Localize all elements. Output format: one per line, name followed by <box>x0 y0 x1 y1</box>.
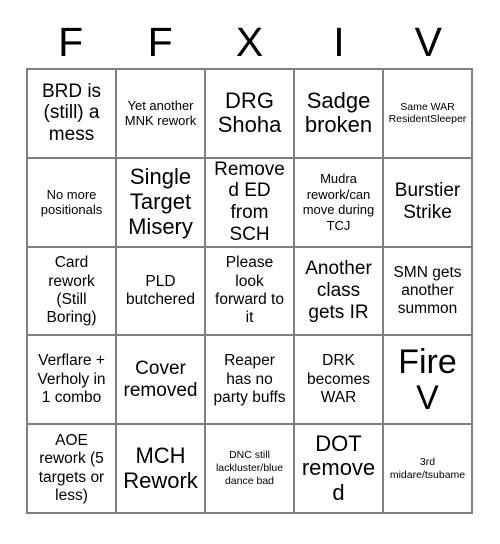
bingo-cell-label: Single Target Misery <box>128 164 193 239</box>
bingo-grid: BRD is (still) a mess Yet another MNK re… <box>26 68 473 514</box>
bingo-cell-label: BRD is (still) a mess <box>41 80 102 146</box>
bingo-cell-label: Sadge broken <box>304 87 373 138</box>
bingo-cell[interactable]: Burstier Strike <box>384 158 473 248</box>
bingo-cell[interactable]: Removed ED from SCH <box>206 158 295 248</box>
bingo-cell-label: Another class gets IR <box>305 258 372 323</box>
bingo-cell-label: DRG Shoha <box>217 87 282 138</box>
bingo-cell[interactable]: Another class gets IR <box>295 247 384 337</box>
bingo-cell-label: DNC still lackluster/blue dance bad <box>215 449 284 487</box>
bingo-cell-label: Fire V <box>398 342 457 417</box>
bingo-cell-label: 3rd midare/tsubame <box>389 455 466 481</box>
bingo-cell-label: Removed ED from SCH <box>214 158 285 246</box>
bingo-card: F F X I V BRD is (still) a mess Yet anot… <box>0 0 500 544</box>
bingo-cell[interactable]: Verflare + Verholy in 1 combo <box>28 336 117 426</box>
bingo-cell-label: Cover removed <box>123 357 198 401</box>
bingo-cell-label: SMN gets another summon <box>393 263 462 318</box>
bingo-cell-label: DOT removed <box>301 430 376 505</box>
bingo-cell-label: Verflare + Verholy in 1 combo <box>37 352 106 406</box>
bingo-cell[interactable]: Card rework (Still Boring) <box>28 247 117 337</box>
bingo-cell-label: DRK becomes WAR <box>307 352 370 406</box>
bingo-cell-label: Burstier Strike <box>394 180 461 224</box>
bingo-cell[interactable]: Sadge broken <box>295 70 384 159</box>
title-letter-1: F <box>147 18 173 65</box>
bingo-cell-label: PLD butchered <box>126 272 195 308</box>
bingo-cell[interactable]: Fire V <box>384 336 473 426</box>
bingo-cell[interactable]: Reaper has no party buffs <box>206 336 295 426</box>
bingo-cell[interactable]: BRD is (still) a mess <box>28 70 117 159</box>
bingo-cell-label: Yet another MNK rework <box>124 97 197 129</box>
bingo-cell[interactable]: Cover removed <box>117 336 206 426</box>
bingo-cell[interactable]: DOT removed <box>295 425 384 514</box>
bingo-cell[interactable]: No more positionals <box>28 158 117 248</box>
bingo-cell[interactable]: Yet another MNK rework <box>117 70 206 159</box>
bingo-cell-label: Reaper has no party buffs <box>213 352 286 406</box>
bingo-cell[interactable]: Same WAR ResidentSleeper <box>384 70 473 159</box>
bingo-cell[interactable]: Please look forward to it <box>206 247 295 337</box>
title-letter-2: X <box>235 18 264 65</box>
bingo-cell-label: MCH Rework <box>123 442 198 493</box>
bingo-cell-label: Please look forward to it <box>215 254 284 327</box>
bingo-cell-label: No more positionals <box>40 186 103 218</box>
bingo-cell-label: Mudra rework/can move during TCJ <box>302 171 375 233</box>
bingo-cell[interactable]: DNC still lackluster/blue dance bad <box>206 425 295 514</box>
bingo-cell-label: AOE rework (5 targets or less) <box>38 432 105 504</box>
title-letter-0: F <box>58 18 84 65</box>
title-letter-4: V <box>414 18 442 65</box>
bingo-cell[interactable]: MCH Rework <box>117 425 206 514</box>
bingo-cell[interactable]: Single Target Misery <box>117 158 206 248</box>
bingo-cell[interactable]: Mudra rework/can move during TCJ <box>295 158 384 248</box>
bingo-cell[interactable]: PLD butchered <box>117 247 206 337</box>
bingo-cell-label: Same WAR ResidentSleeper <box>388 100 467 126</box>
bingo-cell[interactable]: SMN gets another summon <box>384 247 473 337</box>
bingo-cell[interactable]: DRG Shoha <box>206 70 295 159</box>
bingo-cell-label: Card rework (Still Boring) <box>46 254 97 327</box>
bingo-cell[interactable]: DRK becomes WAR <box>295 336 384 426</box>
bingo-cell[interactable]: AOE rework (5 targets or less) <box>28 425 117 514</box>
title-letter-3: I <box>333 18 345 65</box>
bingo-cell[interactable]: 3rd midare/tsubame <box>384 425 473 514</box>
bingo-title-row: F F X I V <box>26 18 473 66</box>
